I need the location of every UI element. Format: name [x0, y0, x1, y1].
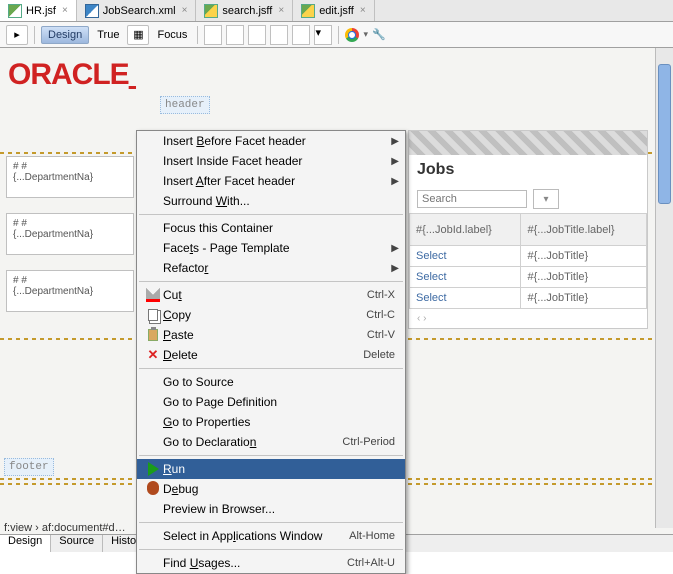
device-tablet-portrait-button[interactable]: [248, 25, 266, 45]
file-icon: [8, 4, 22, 18]
table-pager[interactable]: ‹ ›: [409, 309, 647, 328]
bottom-tab[interactable]: Source: [51, 535, 103, 552]
menu-item[interactable]: Surround With...: [137, 191, 405, 211]
menu-item[interactable]: Select in Applications WindowAlt-Home: [137, 526, 405, 546]
browser-dropdown[interactable]: ▾: [363, 29, 368, 40]
view-focus-button[interactable]: Focus: [153, 27, 191, 43]
col-jobid[interactable]: #{...JobId.label}: [410, 214, 521, 246]
view-true-button[interactable]: True: [93, 27, 123, 43]
structure-breadcrumb[interactable]: f:view › af:document#d…: [4, 522, 126, 534]
menu-item[interactable]: Insert Inside Facet header▶: [137, 151, 405, 171]
file-icon: [85, 4, 99, 18]
col-jobtitle[interactable]: #{...JobTitle.label}: [521, 214, 647, 246]
menu-item[interactable]: ✕DeleteDelete: [137, 345, 405, 365]
device-tablet-button[interactable]: [226, 25, 244, 45]
menu-item[interactable]: Debug: [137, 479, 405, 499]
browser-chrome-icon[interactable]: [345, 28, 359, 42]
department-card[interactable]: # #{...DepartmentNa}: [6, 156, 134, 198]
file-icon: [301, 4, 315, 18]
design-canvas[interactable]: ORACLE header # #{...DepartmentNa}# #{..…: [0, 48, 673, 552]
view-design-button[interactable]: Design: [41, 26, 89, 44]
designer-toolbar: ▸ Design True ▦ Focus ▾ ▾ 🔧: [0, 22, 673, 48]
search-input[interactable]: [417, 190, 527, 208]
focus-icon-button[interactable]: ▦: [127, 25, 149, 45]
left-card-list: # #{...DepartmentNa} # #{...DepartmentNa}…: [6, 156, 134, 327]
oracle-logo: ORACLE: [0, 48, 673, 92]
department-card[interactable]: # #{...DepartmentNa}: [6, 213, 134, 255]
menu-item[interactable]: Focus this Container: [137, 218, 405, 238]
run-icon: [143, 462, 163, 476]
menu-item[interactable]: CutCtrl-X: [137, 285, 405, 305]
editor-tab[interactable]: search.jsff×: [196, 0, 293, 21]
menu-item[interactable]: CopyCtrl-C: [137, 305, 405, 325]
device-more-button[interactable]: ▾: [314, 25, 332, 45]
footer-facet-placeholder[interactable]: footer: [4, 458, 54, 476]
cut-icon: [143, 288, 163, 302]
menu-item[interactable]: Go to DeclarationCtrl-Period: [137, 432, 405, 452]
settings-wrench-icon[interactable]: 🔧: [372, 28, 386, 41]
search-dropdown[interactable]: ▾: [533, 189, 559, 209]
jobs-table: #{...JobId.label}#{...JobTitle.label}Sel…: [409, 213, 647, 309]
device-phone-button[interactable]: [270, 25, 288, 45]
menu-item[interactable]: Insert Before Facet header▶: [137, 131, 405, 151]
bottom-tab[interactable]: Design: [0, 535, 51, 552]
menu-item[interactable]: Insert After Facet header▶: [137, 171, 405, 191]
vertical-scrollbar[interactable]: [655, 48, 673, 528]
close-icon[interactable]: ×: [360, 5, 366, 16]
menu-item[interactable]: Go to Page Definition: [137, 392, 405, 412]
device-phone-portrait-button[interactable]: [292, 25, 310, 45]
department-card[interactable]: # #{...DepartmentNa}: [6, 270, 134, 312]
close-icon[interactable]: ×: [278, 5, 284, 16]
menu-item[interactable]: Find Usages...Ctrl+Alt-U: [137, 553, 405, 573]
menu-item[interactable]: Refactor▶: [137, 258, 405, 278]
file-icon: [204, 4, 218, 18]
menu-item[interactable]: Preview in Browser...: [137, 499, 405, 519]
editor-tab[interactable]: HR.jsf×: [0, 0, 77, 21]
menu-item[interactable]: PasteCtrl-V: [137, 325, 405, 345]
paste-icon: [143, 329, 163, 341]
context-menu: Insert Before Facet header▶Insert Inside…: [136, 130, 406, 574]
table-row[interactable]: Select#{...JobTitle}: [410, 246, 647, 267]
menu-item[interactable]: Go to Source: [137, 372, 405, 392]
jobs-heading: Jobs: [409, 155, 647, 185]
table-row[interactable]: Select#{...JobTitle}: [410, 288, 647, 309]
copy-icon: [143, 309, 163, 321]
menu-item[interactable]: Go to Properties: [137, 412, 405, 432]
menu-item[interactable]: Run: [137, 459, 405, 479]
close-icon[interactable]: ×: [62, 5, 68, 16]
header-facet-placeholder[interactable]: header: [160, 96, 210, 114]
editor-tab-bar: HR.jsf×JobSearch.xml×search.jsff×edit.js…: [0, 0, 673, 22]
editor-tab[interactable]: JobSearch.xml×: [77, 0, 197, 21]
editor-tab[interactable]: edit.jsff×: [293, 0, 375, 21]
del-icon: ✕: [143, 348, 163, 362]
menu-item[interactable]: Facets - Page Template▶: [137, 238, 405, 258]
show-hide-panel-button[interactable]: ▸: [6, 25, 28, 45]
jobs-region: Jobs ▾ #{...JobId.label}#{...JobTitle.la…: [408, 130, 648, 329]
table-row[interactable]: Select#{...JobTitle}: [410, 267, 647, 288]
region-drag-header: [409, 131, 647, 155]
close-icon[interactable]: ×: [182, 5, 188, 16]
device-desktop-button[interactable]: [204, 25, 222, 45]
bug-icon: [143, 483, 163, 495]
